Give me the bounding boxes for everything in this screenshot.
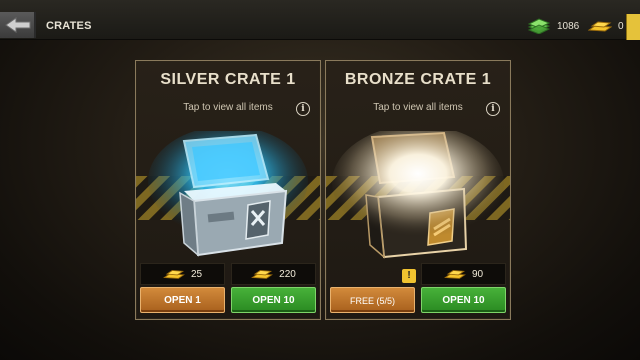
cash-stack-icon — [527, 18, 551, 34]
silver-crate-image[interactable] — [136, 131, 320, 261]
bronze-crate-image[interactable] — [326, 131, 510, 261]
back-button[interactable] — [0, 12, 36, 38]
alert-icon: ! — [402, 269, 416, 283]
gold-bars-icon — [443, 270, 466, 279]
price-row: 90 — [330, 263, 506, 285]
price-value: 220 — [279, 268, 296, 280]
crate-title: SILVER CRATE 1 — [160, 71, 296, 88]
side-tab[interactable] — [626, 14, 640, 40]
silver-crate-icon — [136, 131, 320, 257]
price-row: 25 220 — [140, 263, 316, 285]
free-open-button[interactable]: FREE (5/5) — [330, 287, 415, 313]
top-bar: CRATES 1086 0 — [0, 0, 640, 40]
info-icon[interactable]: i — [296, 102, 310, 116]
info-icon[interactable]: i — [486, 102, 500, 116]
back-arrow-icon — [5, 17, 31, 33]
gold-counter[interactable]: 0 — [588, 16, 624, 36]
price-value: 25 — [190, 268, 203, 280]
gold-bars-icon — [251, 270, 274, 279]
crate-card-silver[interactable]: SILVER CRATE 1 Tap to view all items i 2… — [135, 60, 321, 320]
bronze-crate-icon — [326, 131, 510, 259]
view-items-link[interactable]: Tap to view all items — [326, 102, 510, 113]
price-open-10: 90 — [421, 263, 506, 285]
button-row: FREE (5/5) OPEN 10 — [330, 287, 506, 313]
price-open-1: 25 — [140, 263, 225, 285]
gold-bars-icon — [162, 270, 185, 279]
crate-card-bronze[interactable]: BRONZE CRATE 1 Tap to view all items i 9… — [325, 60, 511, 320]
open-1-button[interactable]: OPEN 1 — [140, 287, 225, 313]
price-value: 90 — [471, 268, 484, 280]
view-items-link[interactable]: Tap to view all items — [136, 102, 320, 113]
screen-title: CRATES — [46, 20, 92, 32]
cash-counter[interactable]: 1086 — [527, 16, 579, 36]
gold-bars-icon — [588, 21, 612, 32]
button-row: OPEN 1 OPEN 10 — [140, 287, 316, 313]
cash-amount: 1086 — [557, 20, 580, 32]
price-open-10: 220 — [231, 263, 316, 285]
open-10-button[interactable]: OPEN 10 — [231, 287, 316, 313]
crates-screen: CRATES 1086 0 SILVER CRATE 1 Tap to view… — [0, 0, 640, 360]
crate-title: BRONZE CRATE 1 — [344, 71, 492, 88]
open-10-button[interactable]: OPEN 10 — [421, 287, 506, 313]
gold-amount: 0 — [618, 20, 624, 32]
